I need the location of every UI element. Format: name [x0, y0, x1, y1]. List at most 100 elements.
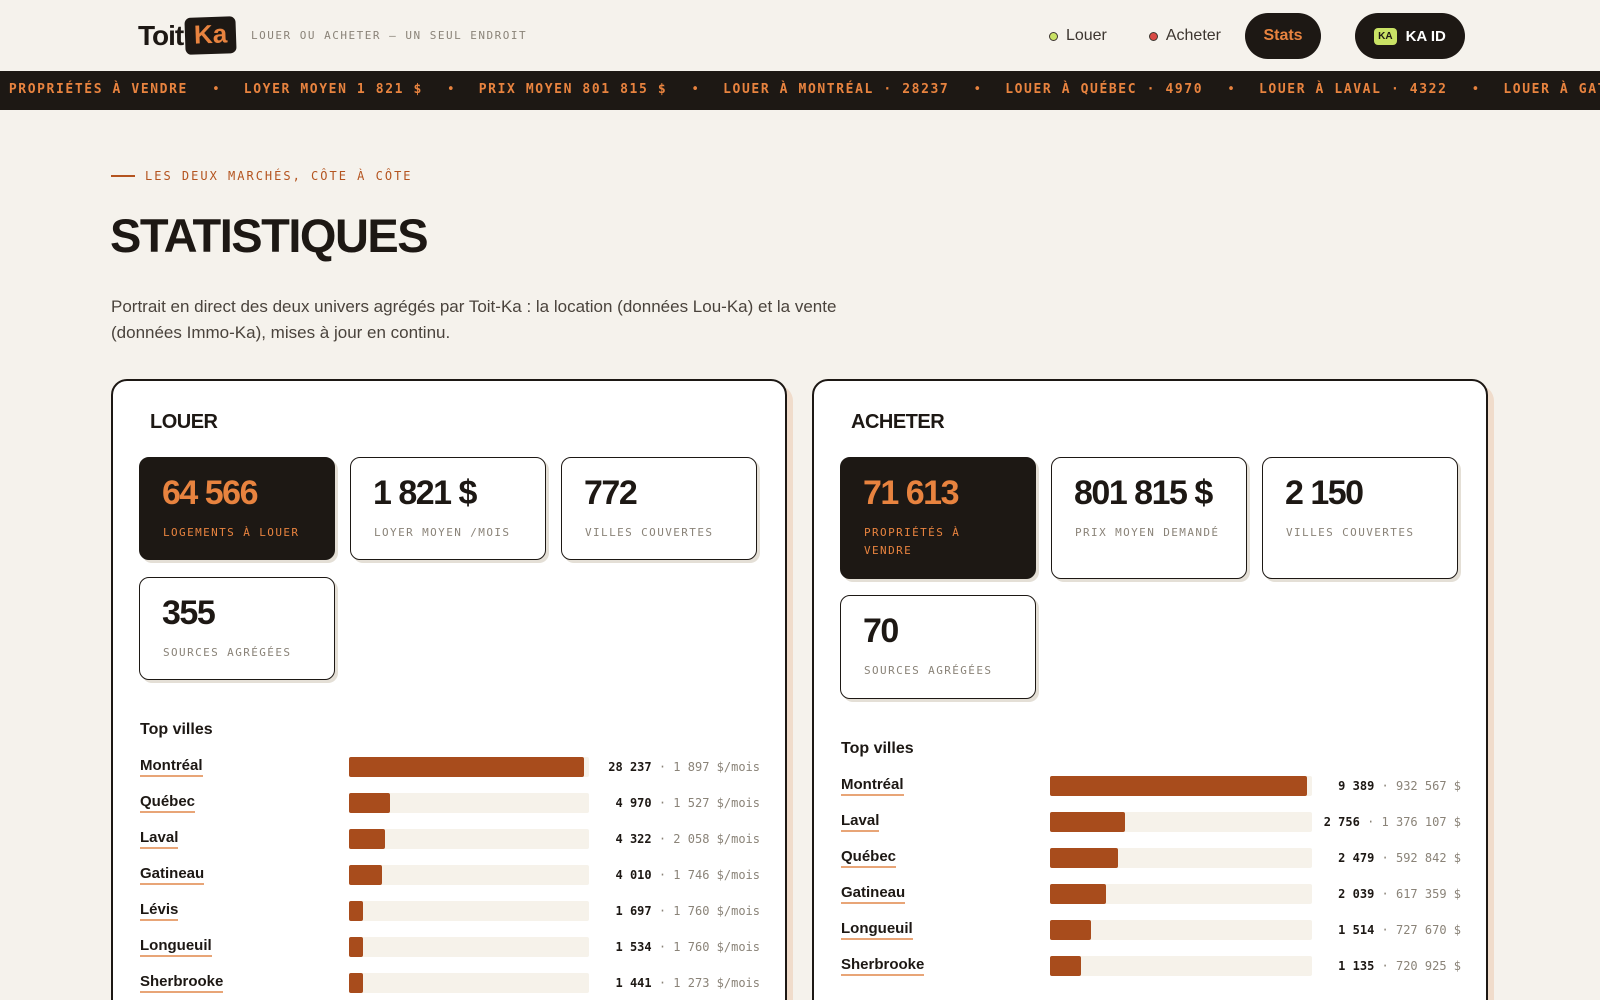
city-extra: · 727 670 $ — [1374, 923, 1461, 937]
stat-label: SOURCES AGRÉGÉES — [864, 664, 993, 677]
city-bar-track — [1050, 776, 1312, 796]
city-extra: · 592 842 $ — [1374, 851, 1461, 865]
ticker-separator: • — [1227, 82, 1235, 97]
city-bar-fill — [1050, 956, 1081, 976]
city-stat: 9 389 · 932 567 $ — [1338, 779, 1461, 793]
ticker-separator: • — [691, 82, 700, 97]
stat-label: VILLES COUVERTES — [585, 526, 714, 539]
stat-label: PRIX MOYEN DEMANDÉ — [1075, 526, 1220, 539]
city-link[interactable]: Laval — [140, 830, 179, 849]
ticker: 3 PROPRIÉTÉS À VENDRE • LOYER MOYEN 1 821 … — [0, 71, 1600, 110]
stat-value: 2 150 — [1285, 474, 1364, 512]
city-extra: · 617 359 $ — [1374, 887, 1461, 901]
city-bar-fill — [1050, 776, 1307, 796]
city-count: 1 441 — [615, 976, 652, 990]
city-count: 4 010 — [615, 868, 652, 882]
ka-id-label: KA ID — [1405, 27, 1446, 45]
city-link[interactable]: Gatineau — [140, 866, 205, 885]
city-row: Québec 4 970 · 1 527 $/mois — [140, 791, 760, 815]
city-stat: 1 514 · 727 670 $ — [1338, 923, 1461, 937]
city-bar-track — [349, 793, 589, 813]
city-bar-track — [349, 937, 589, 957]
nav-louer[interactable]: Louer — [1048, 27, 1107, 45]
city-count: 28 237 — [608, 760, 652, 774]
city-bar-fill — [1050, 884, 1106, 904]
city-stat: 2 756 · 1 376 107 $ — [1324, 815, 1461, 829]
ka-id-button[interactable]: KA KA ID — [1355, 13, 1465, 59]
city-bar-fill — [349, 829, 385, 849]
ticker-track: 3 PROPRIÉTÉS À VENDRE • LOYER MOYEN 1 821 … — [0, 82, 1600, 97]
city-stat: 28 237 · 1 897 $/mois — [608, 760, 760, 774]
city-count: 1 697 — [615, 904, 652, 918]
city-stat: 1 135 · 720 925 $ — [1338, 959, 1461, 973]
stat-label: LOYER MOYEN /MOIS — [374, 526, 511, 539]
city-stat: 4 970 · 1 527 $/mois — [616, 796, 761, 810]
ticker-separator: • — [446, 82, 455, 97]
ticker-item: LOUER À LAVAL · 4322 — [1258, 82, 1448, 97]
city-link[interactable]: Sherbrooke — [140, 974, 224, 993]
logo[interactable]: Toit Ka — [138, 16, 238, 55]
city-link[interactable]: Montréal — [140, 758, 203, 777]
ticker-item: LOUER À MONTRÉAL · 28237 — [723, 82, 950, 97]
city-stat: 2 479 · 592 842 $ — [1338, 851, 1461, 865]
eyebrow-text: LES DEUX MARCHÉS, CÔTE À CÔTE — [145, 169, 413, 183]
city-link[interactable]: Québec — [140, 794, 196, 813]
city-link[interactable]: Laval — [841, 813, 880, 832]
city-bar-track — [1050, 956, 1312, 976]
city-link[interactable]: Québec — [841, 849, 897, 868]
city-count: 1 514 — [1338, 923, 1375, 937]
louer-panel: LOUER 64 566 LOGEMENTS À LOUER 1 821 $ L… — [111, 379, 787, 1000]
city-bar-track — [349, 865, 589, 885]
nav-stats[interactable]: Stats — [1245, 13, 1321, 59]
city-bar-fill — [349, 901, 363, 921]
stat-value: 1 821 $ — [373, 474, 477, 512]
header: Toit Ka LOUER OU ACHETER — UN SEUL ENDRO… — [0, 0, 1600, 71]
city-bar-fill — [349, 937, 363, 957]
city-bar-fill — [349, 973, 363, 993]
city-bar-track — [349, 757, 589, 777]
city-stat: 1 534 · 1 760 $/mois — [616, 940, 761, 954]
ticker-item: LOYER MOYEN 1 821 $ — [243, 82, 423, 97]
city-extra: · 1 897 $/mois — [651, 760, 760, 774]
city-bar-fill — [349, 757, 584, 777]
stat-label: LOGEMENTS À LOUER — [163, 526, 300, 539]
louer-panel-title: LOUER — [150, 411, 218, 433]
city-count: 1 534 — [615, 940, 652, 954]
stat-value: 70 — [863, 612, 899, 650]
city-extra: · 1 273 $/mois — [651, 976, 760, 990]
city-extra: · 720 925 $ — [1374, 959, 1461, 973]
nav-acheter[interactable]: Acheter — [1148, 27, 1221, 45]
city-stat: 1 441 · 1 273 $/mois — [616, 976, 761, 990]
city-extra: · 1 760 $/mois — [651, 904, 760, 918]
stat-label: VILLES COUVERTES — [1286, 526, 1415, 539]
city-stat: 4 322 · 2 058 $/mois — [616, 832, 761, 846]
ticker-item: 3 PROPRIÉTÉS À VENDRE — [0, 82, 188, 97]
louer-dot-icon — [1048, 31, 1058, 41]
city-link[interactable]: Sherbrooke — [841, 957, 925, 976]
louer-stat-loyer: 1 821 $ LOYER MOYEN /MOIS — [350, 457, 546, 560]
city-count: 1 135 — [1338, 959, 1375, 973]
acheter-stat-villes: 2 150 VILLES COUVERTES — [1262, 457, 1458, 579]
louer-stat-logements: 64 566 LOGEMENTS À LOUER — [139, 457, 335, 560]
city-link[interactable]: Gatineau — [841, 885, 906, 904]
logo-toit: Toit — [138, 19, 184, 51]
louer-stat-villes: 772 VILLES COUVERTES — [561, 457, 757, 560]
city-bar-track — [1050, 920, 1312, 940]
city-row: Québec 2 479 · 592 842 $ — [841, 846, 1461, 870]
city-link[interactable]: Longueuil — [140, 938, 212, 957]
city-row: Laval 4 322 · 2 058 $/mois — [140, 827, 760, 851]
city-row: Gatineau 4 010 · 1 746 $/mois — [140, 863, 760, 887]
city-bar-fill — [1050, 812, 1125, 832]
acheter-stat-prix: 801 815 $ PRIX MOYEN DEMANDÉ — [1051, 457, 1247, 579]
city-row: Montréal 9 389 · 932 567 $ — [841, 774, 1461, 798]
city-stat: 2 039 · 617 359 $ — [1338, 887, 1461, 901]
ticker-separator: • — [1471, 82, 1480, 97]
city-link[interactable]: Lévis — [140, 902, 179, 921]
city-row: Gatineau 2 039 · 617 359 $ — [841, 882, 1461, 906]
city-extra: · 1 527 $/mois — [651, 796, 760, 810]
stat-label: PROPRIÉTÉS À VENDRE — [864, 526, 961, 557]
city-link[interactable]: Montréal — [841, 777, 904, 796]
city-link[interactable]: Longueuil — [841, 921, 913, 940]
stat-value: 64 566 — [162, 474, 259, 512]
city-bar-fill — [349, 865, 382, 885]
